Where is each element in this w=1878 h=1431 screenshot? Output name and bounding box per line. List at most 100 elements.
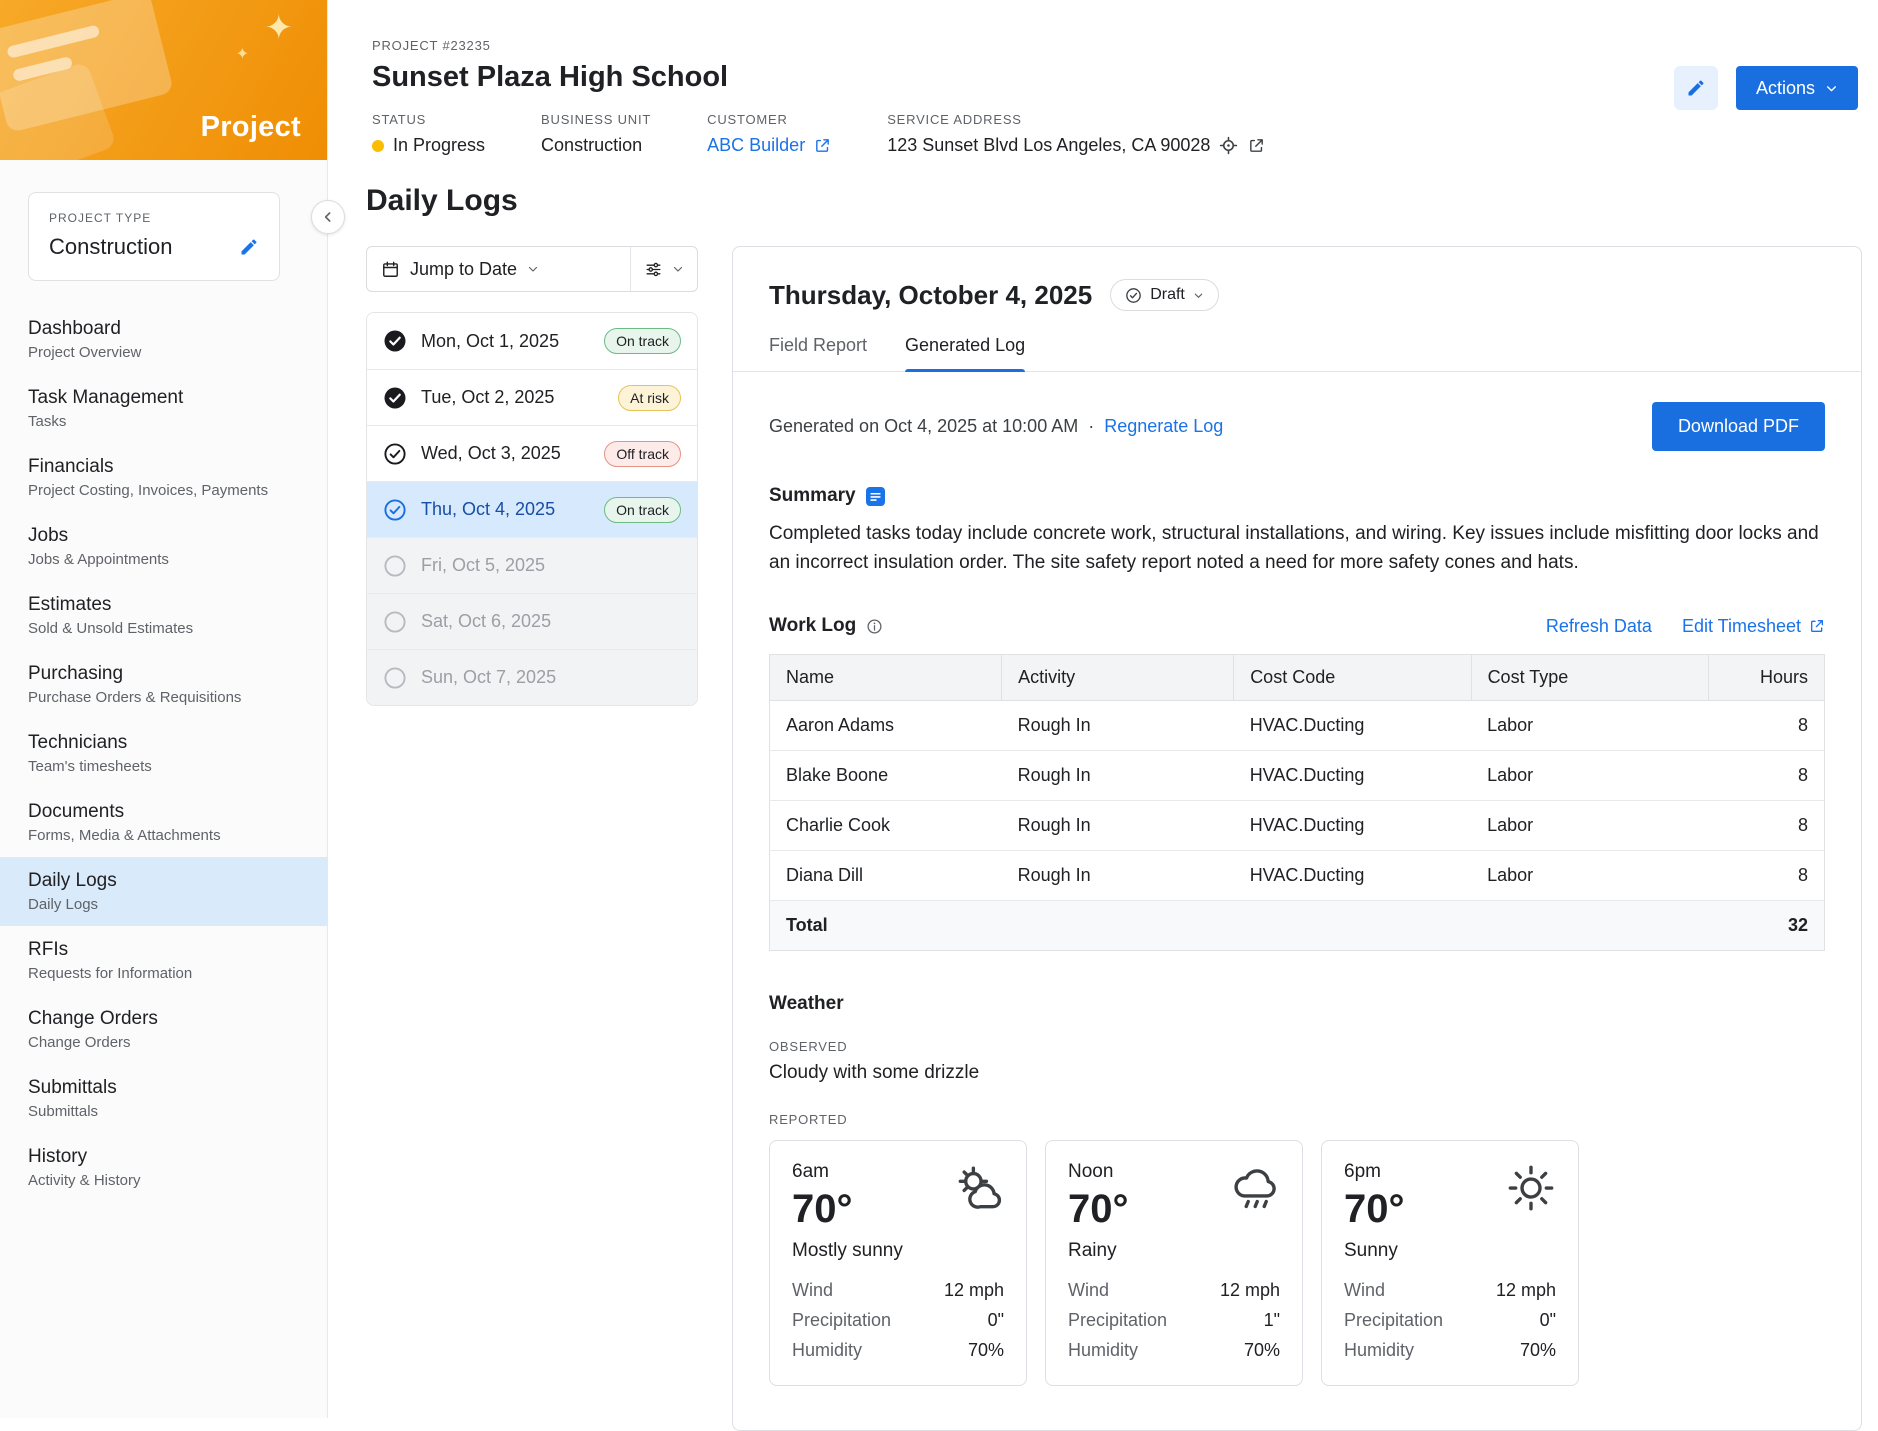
sun-cloud-icon [952,1161,1006,1215]
sidebar-item-financials[interactable]: Financials Project Costing, Invoices, Pa… [0,443,327,512]
sidebar-collapse-button[interactable] [311,200,345,234]
date-row-oct-4-selected[interactable]: Thu, Oct 4, 2025 On track [367,481,697,537]
status-value: In Progress [393,135,486,155]
sidebar-item-documents[interactable]: Documents Forms, Media & Attachments [0,788,327,857]
sidebar-item-history[interactable]: History Activity & History [0,1133,327,1202]
date-row-oct-3[interactable]: Wed, Oct 3, 2025 Off track [367,425,697,481]
customer-meta: CUSTOMER ABC Builder [707,112,831,156]
draft-status-dropdown[interactable]: Draft [1110,279,1219,311]
customer-link[interactable]: ABC Builder [707,135,805,156]
edit-timesheet-link[interactable]: Edit Timesheet [1682,616,1825,637]
refresh-data-link[interactable]: Refresh Data [1546,616,1652,637]
actions-button[interactable]: Actions [1735,66,1858,110]
address-value: 123 Sunset Blvd Los Angeles, CA 90028 [887,135,1211,155]
project-number: PROJECT #23235 [372,38,491,53]
calendar-icon [383,261,398,277]
table-total-row: Total 32 [769,900,1825,951]
jump-to-date-button[interactable]: Jump to Date [367,259,630,280]
rain-cloud-icon [1228,1161,1282,1215]
status-badge: At risk [618,384,681,411]
date-row-oct-6[interactable]: Sat, Oct 6, 2025 [367,593,697,649]
main-area: PROJECT #23235 Sunset Plaza High School … [328,0,1878,1431]
weather-card-6am: 6am 70° Mostly sunny Wind 12 mph Precipit… [769,1140,1027,1386]
sparkle-icon: ✦ [264,9,294,47]
jump-to-date-control: Jump to Date [366,246,698,292]
project-meta-row: STATUS In Progress BUSINESS UNIT Constru… [372,112,1265,156]
chevron-left-icon [324,212,331,222]
logo-text: Project [200,111,301,143]
generated-timestamp: Generated on Oct 4, 2025 at 10:00 AM [769,416,1079,436]
sidebar-item-submittals[interactable]: Submittals Submittals [0,1064,327,1133]
date-row-oct-5[interactable]: Fri, Oct 5, 2025 [367,537,697,593]
status-meta: STATUS In Progress [372,112,486,155]
date-row-oct-1[interactable]: Mon, Oct 1, 2025 On track [367,313,697,369]
business-unit-meta: BUSINESS UNIT Construction [541,112,652,155]
tab-generated-log[interactable]: Generated Log [905,335,1026,372]
service-address-meta: SERVICE ADDRESS 123 Sunset Blvd Los Ange… [887,112,1265,156]
weather-title: Weather [769,993,844,1014]
weather-card-noon: Noon 70° Rainy Wind 12 mph Precipitation 1… [1045,1140,1303,1386]
check-circle-icon [384,330,406,352]
header-actions: Actions [1673,66,1858,110]
external-link-icon[interactable] [814,137,831,154]
project-type-value: Construction [49,234,173,259]
sidebar-item-rfis[interactable]: RFIs Requests for Information [0,926,327,995]
content-area: Daily Logs Jump to Date Mon, Oct 1, 2025… [328,156,1878,1431]
summary-title: Summary [769,485,856,506]
sidebar-item-task-management[interactable]: Task Management Tasks [0,374,327,443]
table-row: Blake Boone Rough In HVAC.Ducting Labor … [769,750,1825,801]
sidebar-item-jobs[interactable]: Jobs Jobs & Appointments [0,512,327,581]
observed-value: Cloudy with some drizzle [769,1062,980,1083]
download-pdf-button[interactable]: Download PDF [1651,402,1825,451]
date-row-oct-7[interactable]: Sun, Oct 7, 2025 [367,649,697,705]
edit-project-type-icon[interactable] [239,237,259,257]
sidebar-item-change-orders[interactable]: Change Orders Change Orders [0,995,327,1064]
sidebar-nav: Dashboard Project Overview Task Manageme… [0,305,327,1218]
project-type-label: PROJECT TYPE [49,211,152,225]
sparkle-icon: ✦ [235,46,249,63]
info-icon [867,618,882,634]
check-circle-outline-icon [384,442,406,465]
project-type-card: PROJECT TYPE Construction [28,192,280,281]
check-circle-icon [384,387,406,408]
sidebar-item-estimates[interactable]: Estimates Sold & Unsold Estimates [0,581,327,650]
edit-project-button[interactable] [1673,66,1718,110]
summary-section: Summary Completed tasks today include co… [769,485,1825,577]
app-root: ✦ ✦ Project PROJECT TYPE Construction Da… [0,0,1878,1431]
sidebar-item-technicians[interactable]: Technicians Team's timesheets [0,719,327,788]
chevron-down-icon [1827,85,1836,91]
status-badge: On track [604,328,681,354]
sun-icon [1504,1161,1558,1215]
reported-label: REPORTED [769,1112,848,1127]
sidebar-item-purchasing[interactable]: Purchasing Purchase Orders & Requisition… [0,650,327,719]
date-row-oct-2[interactable]: Tue, Oct 2, 2025 At risk [367,369,697,425]
tab-field-report[interactable]: Field Report [769,335,867,371]
table-row: Diana Dill Rough In HVAC.Ducting Labor 8 [769,850,1825,901]
project-header: PROJECT #23235 Sunset Plaza High School … [328,0,1878,156]
locate-target-icon[interactable] [1219,136,1238,155]
work-log-title: Work Log [769,615,857,636]
table-row: Aaron Adams Rough In HVAC.Ducting Labor … [769,700,1825,751]
project-logo: ✦ ✦ Project [0,0,327,160]
status-badge: Off track [604,440,681,467]
empty-circle-icon [384,666,406,689]
sidebar-item-dashboard[interactable]: Dashboard Project Overview [0,305,327,374]
external-link-icon [1811,620,1823,632]
check-circle-outline-icon [384,498,406,521]
table-header-row: Name Activity Cost Code Cost Type Hours [768,654,1826,701]
summary-text: Completed tasks today include concrete w… [769,523,1819,573]
sidebar-item-daily-logs[interactable]: Daily Logs Daily Logs [0,857,327,926]
observed-label: OBSERVED [769,1039,848,1054]
date-column: Jump to Date Mon, Oct 1, 2025 On track T… [366,246,698,706]
chevron-down-icon [1194,293,1203,298]
logo-decoration-card [0,0,175,134]
project-title: Sunset Plaza High School [372,61,729,93]
chevron-down-icon [528,266,538,272]
work-log-table: Name Activity Cost Code Cost Type Hours [768,654,1826,951]
external-link-icon[interactable] [1248,137,1265,154]
check-circle-icon [1126,287,1142,303]
date-filter-button[interactable] [631,260,697,279]
empty-circle-icon [384,610,406,633]
regenerate-log-link[interactable]: Regnerate Log [1104,416,1223,437]
date-list: Mon, Oct 1, 2025 On track Tue, Oct 2, 20… [366,312,698,706]
